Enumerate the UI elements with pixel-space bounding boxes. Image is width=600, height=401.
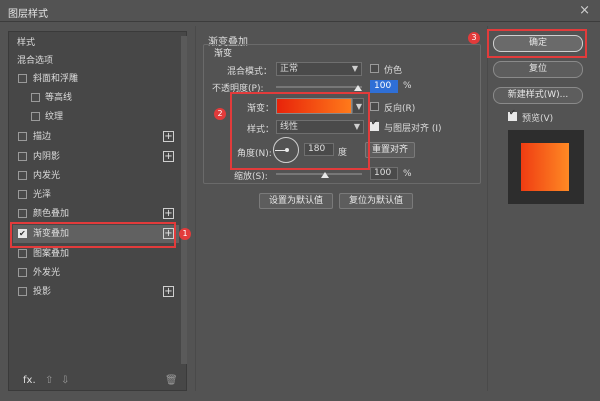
style-item-label: 颜色叠加	[33, 209, 70, 219]
style-item-6[interactable]: 内阴影 +	[13, 148, 179, 166]
style-item-1[interactable]: 混合选项	[13, 52, 179, 70]
style-item-label: 投影	[33, 287, 52, 297]
preview-check[interactable]	[508, 108, 517, 121]
scale-label: 缩放(S):	[234, 172, 268, 182]
style-item-3[interactable]: 等高线	[13, 89, 179, 107]
divider-right	[487, 26, 488, 391]
style-item-5[interactable]: 描边 +	[13, 128, 179, 146]
move-down-icon[interactable]: ⇩	[61, 375, 69, 386]
style-item-label: 外发光	[33, 268, 61, 278]
style-item-label: 光泽	[33, 190, 52, 200]
styles-scrollbar[interactable]	[181, 36, 187, 364]
style-item-checkbox[interactable]	[18, 249, 27, 258]
style-item-2[interactable]: 斜面和浮雕	[13, 70, 179, 88]
style-item-9[interactable]: 颜色叠加 +	[13, 205, 179, 223]
reverse-check[interactable]	[370, 102, 379, 111]
highlight-gradient-settings	[230, 92, 370, 170]
reset-button[interactable]: 复位	[493, 61, 583, 78]
fx-icon[interactable]: fx.	[23, 375, 36, 386]
style-item-label: 内发光	[33, 171, 61, 181]
add-instance-icon[interactable]: +	[163, 208, 174, 219]
set-default-button[interactable]: 设置为默认值	[259, 193, 333, 209]
style-item-label: 混合选项	[17, 56, 54, 66]
preview-label: 预览(V)	[522, 114, 554, 124]
reverse-label: 反向(R)	[384, 104, 416, 114]
style-item-checkbox[interactable]	[18, 268, 27, 277]
badge-2: 2	[214, 108, 226, 120]
blend-mode-dropdown[interactable]: 正常 ▼	[276, 62, 362, 76]
add-instance-icon[interactable]: +	[163, 286, 174, 297]
opacity-slider[interactable]	[276, 86, 362, 88]
add-instance-icon[interactable]: +	[163, 131, 174, 142]
scale-percent: %	[403, 169, 412, 179]
close-icon[interactable]: ×	[579, 3, 590, 18]
title-bar: 图层样式 ×	[0, 0, 600, 22]
align-check[interactable]	[370, 118, 379, 131]
badge-1: 1	[179, 228, 191, 240]
style-item-checkbox[interactable]	[31, 112, 40, 121]
add-instance-icon[interactable]: +	[163, 151, 174, 162]
style-item-8[interactable]: 光泽	[13, 186, 179, 204]
window-title: 图层样式	[8, 9, 48, 20]
style-item-label: 样式	[17, 38, 36, 48]
highlight-ok	[487, 29, 587, 58]
dither-label: 仿色	[384, 66, 403, 76]
style-item-checkbox[interactable]	[18, 209, 27, 218]
scale-slider[interactable]	[276, 173, 362, 175]
divider-left	[195, 26, 196, 391]
blend-mode-label: 混合模式：	[227, 67, 273, 77]
move-up-icon[interactable]: ⇧	[45, 375, 53, 386]
style-item-label: 纹理	[45, 112, 64, 122]
chevron-down-icon: ▼	[351, 64, 358, 73]
scrollbar-thumb[interactable]	[181, 36, 187, 364]
new-style-button[interactable]: 新建样式(W)...	[493, 87, 583, 104]
styles-list-panel: 样式混合选项斜面和浮雕等高线纹理描边+内阴影+内发光光泽颜色叠加+渐变叠加+图案…	[8, 31, 187, 391]
preview-thumbnail	[508, 130, 584, 204]
style-item-checkbox[interactable]	[18, 190, 27, 199]
scale-input[interactable]: 100	[370, 167, 398, 180]
style-item-13[interactable]: 投影 +	[13, 283, 179, 301]
highlight-gradient-overlay	[10, 222, 176, 248]
style-item-checkbox[interactable]	[18, 287, 27, 296]
style-item-label: 内阴影	[33, 152, 61, 162]
style-item-12[interactable]: 外发光	[13, 264, 179, 282]
reset-default-button[interactable]: 复位为默认值	[339, 193, 413, 209]
style-item-checkbox[interactable]	[18, 74, 27, 83]
style-item-0[interactable]: 样式	[13, 34, 179, 52]
reset-alignment-button[interactable]: 重置对齐	[365, 142, 415, 158]
opacity-slider-thumb[interactable]	[354, 85, 362, 91]
trash-icon[interactable]: 🗑	[165, 375, 178, 386]
styles-bottom-toolbar: fx. ⇧ ⇩ 🗑	[23, 375, 183, 389]
scale-slider-thumb[interactable]	[321, 172, 329, 178]
style-item-label: 斜面和浮雕	[33, 74, 79, 84]
subsection-title: 渐变	[214, 49, 233, 59]
style-item-4[interactable]: 纹理	[13, 108, 179, 126]
style-item-checkbox[interactable]	[31, 93, 40, 102]
align-label: 与图层对齐 (I)	[384, 124, 442, 134]
style-item-label: 等高线	[45, 93, 73, 103]
preview-gradient-square	[521, 143, 569, 191]
blend-mode-value: 正常	[280, 64, 299, 74]
dither-check[interactable]	[370, 64, 379, 73]
style-item-label: 描边	[33, 132, 52, 142]
style-item-checkbox[interactable]	[18, 132, 27, 141]
style-item-7[interactable]: 内发光	[13, 167, 179, 185]
opacity-input[interactable]: 100	[370, 80, 398, 93]
opacity-percent: %	[403, 81, 412, 91]
style-item-checkbox[interactable]	[18, 152, 27, 161]
style-item-checkbox[interactable]	[18, 171, 27, 180]
badge-3: 3	[468, 32, 480, 44]
